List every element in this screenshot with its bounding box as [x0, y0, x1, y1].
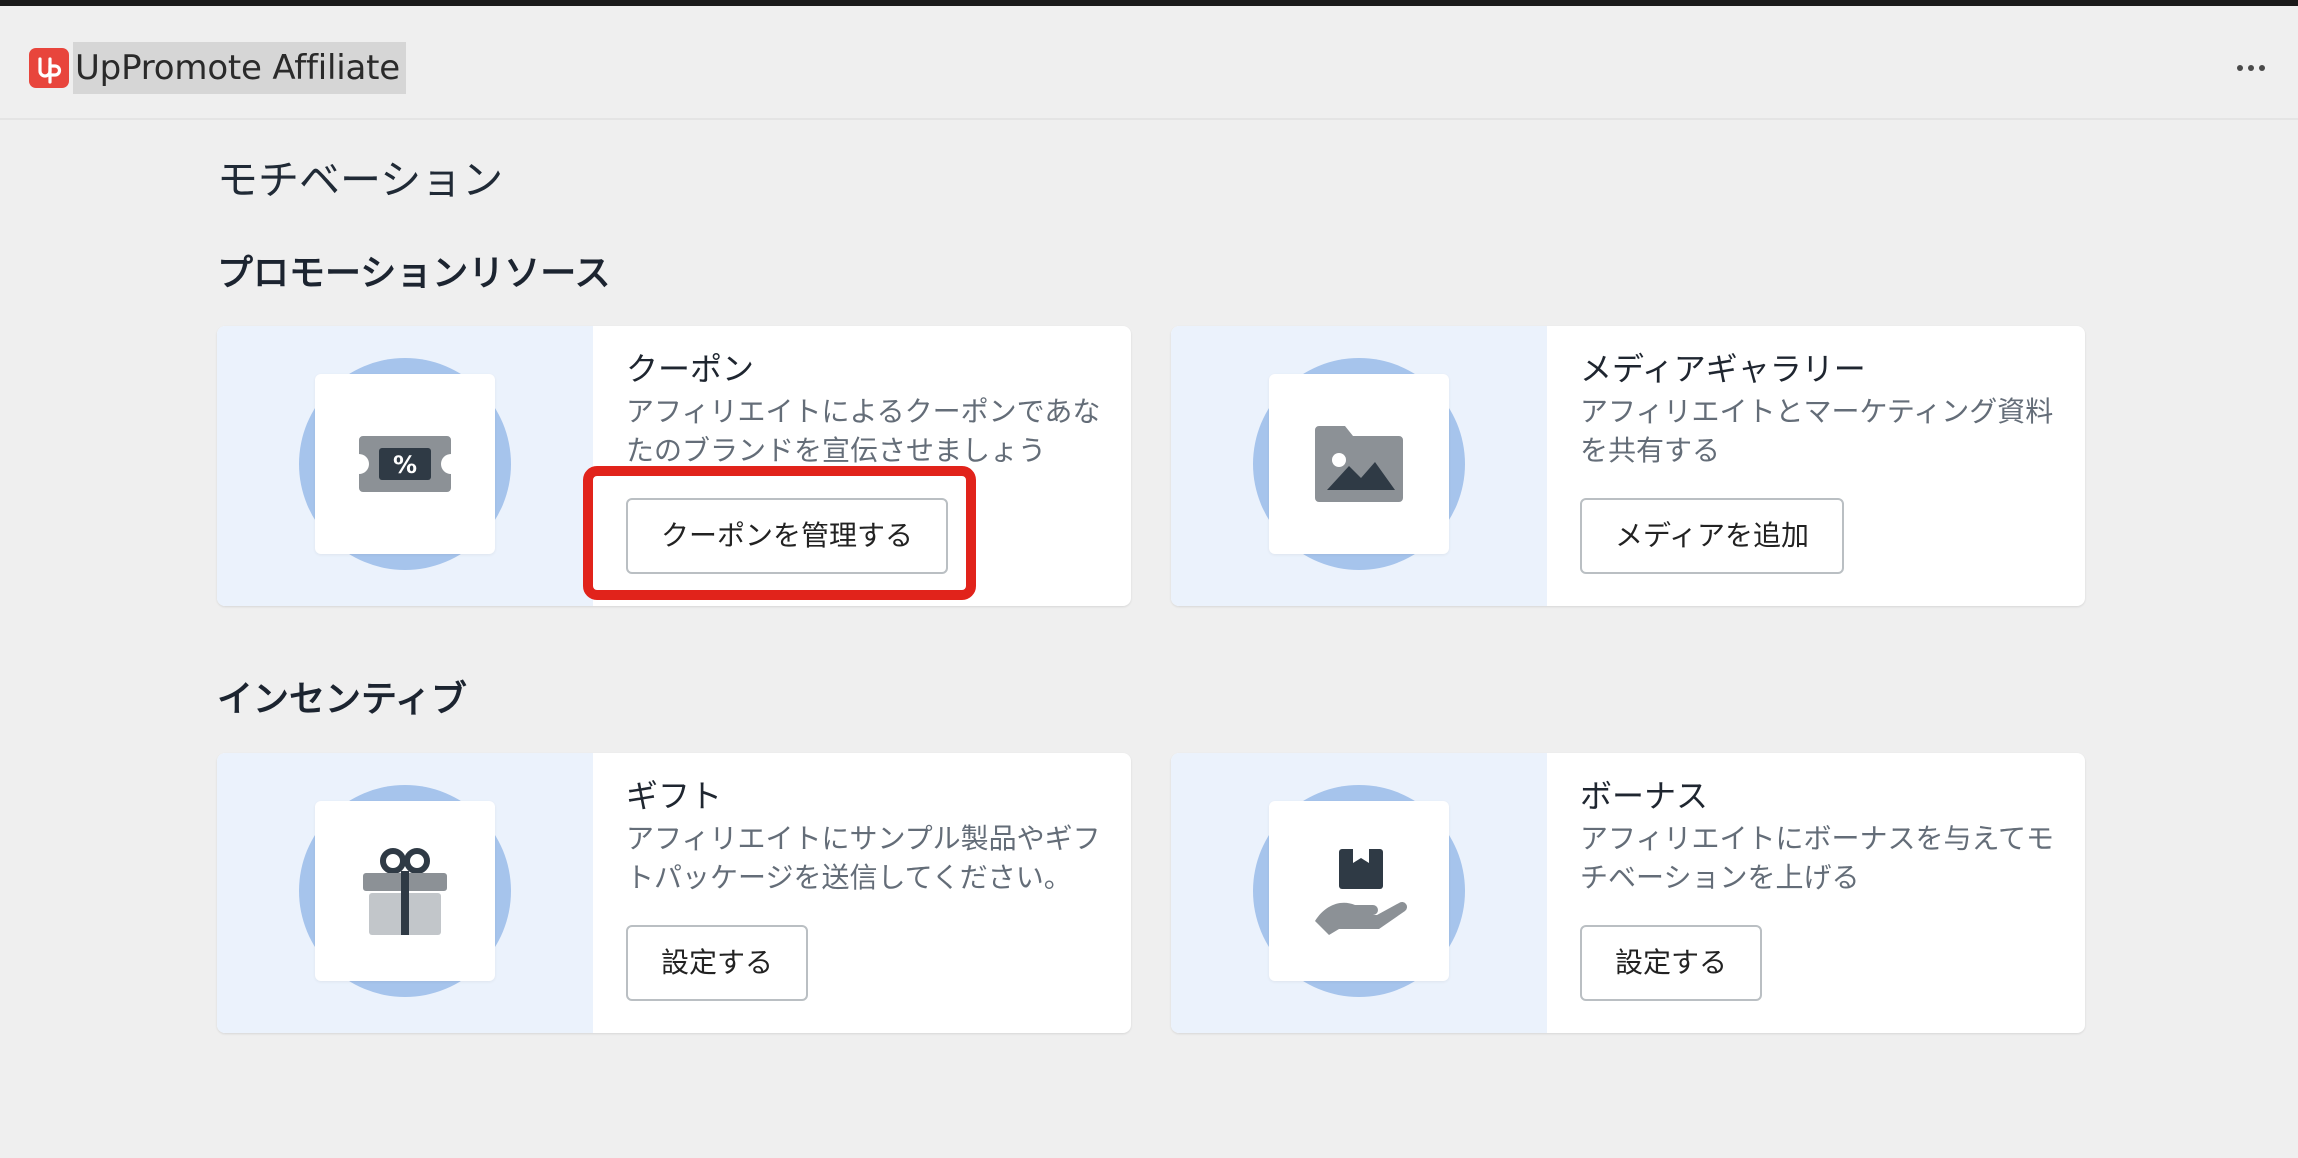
card-description: アフィリエイトにボーナスを与えてモチベーションを上げる	[1580, 822, 2055, 894]
page-title: モチベーション	[217, 156, 504, 204]
coupon-icon: %	[315, 374, 495, 554]
gift-setup-button[interactable]: 設定する	[626, 925, 809, 1001]
coupon-card: % クーポン アフィリエイトによるクーポンであなたのブランドを宣伝させましょう …	[217, 326, 1131, 606]
card-body: クーポン アフィリエイトによるクーポンであなたのブランドを宣伝させましょう	[626, 346, 1106, 470]
bonus-setup-button[interactable]: 設定する	[1580, 925, 1763, 1001]
app-title[interactable]: UpPromote Affiliate	[73, 42, 406, 94]
gift-card: ギフト アフィリエイトにサンプル製品やギフトパッケージを送信してください。 設定…	[217, 753, 1131, 1033]
card-description: アフィリエイトによるクーポンであなたのブランドを宣伝させましょう	[626, 395, 1101, 467]
card-illustration	[217, 753, 593, 1033]
more-dot	[2259, 65, 2265, 71]
media-gallery-card: メディアギャラリー アフィリエイトとマーケティング資料を共有する メディアを追加	[1171, 326, 2085, 606]
gift-icon	[315, 801, 495, 981]
card-illustration: %	[217, 326, 593, 606]
app-header: UpPromote Affiliate	[0, 6, 2298, 120]
uppromote-logo-icon	[29, 48, 69, 88]
bonus-card: ボーナス アフィリエイトにボーナスを与えてモチベーションを上げる 設定する	[1171, 753, 2085, 1033]
section-title-incentives: インセンティブ	[217, 679, 467, 720]
card-illustration	[1171, 753, 1547, 1033]
bonus-hand-box-icon	[1269, 801, 1449, 981]
add-media-button[interactable]: メディアを追加	[1580, 498, 1845, 574]
image-folder-icon	[1269, 374, 1449, 554]
card-body: ボーナス アフィリエイトにボーナスを与えてモチベーションを上げる	[1580, 773, 2060, 897]
card-illustration	[1171, 326, 1547, 606]
more-horizontal-icon	[2237, 65, 2243, 71]
manage-coupons-button[interactable]: クーポンを管理する	[626, 498, 949, 574]
card-body: メディアギャラリー アフィリエイトとマーケティング資料を共有する	[1580, 346, 2060, 470]
card-title: クーポン	[626, 350, 755, 388]
card-body: ギフト アフィリエイトにサンプル製品やギフトパッケージを送信してください。	[626, 773, 1106, 897]
card-title: メディアギャラリー	[1580, 350, 1866, 388]
svg-text:%: %	[393, 451, 417, 479]
card-description: アフィリエイトにサンプル製品やギフトパッケージを送信してください。	[626, 822, 1101, 894]
section-title-promotion-resources: プロモーションリソース	[217, 253, 611, 294]
more-dot	[2248, 65, 2254, 71]
card-description: アフィリエイトとマーケティング資料を共有する	[1580, 395, 2054, 467]
more-options-button[interactable]	[2222, 48, 2280, 88]
card-title: ボーナス	[1580, 777, 1709, 815]
card-title: ギフト	[626, 777, 723, 815]
